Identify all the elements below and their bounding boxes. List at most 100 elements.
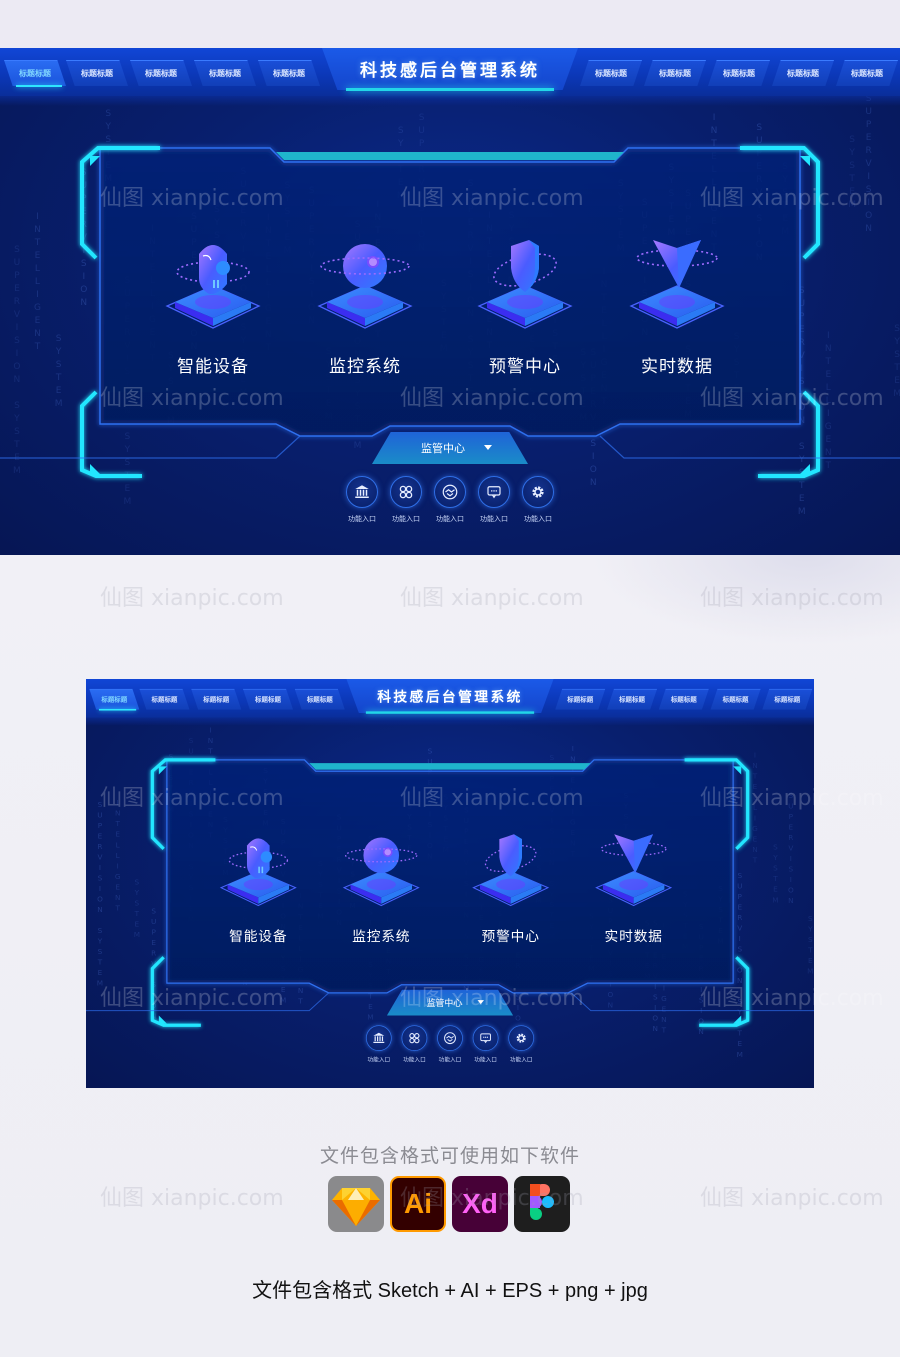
entry-label: 功能入口 [367,1057,391,1064]
matrix-text: SYSTEM [166,753,175,817]
matrix-text: SYSTEM [780,162,791,241]
handshake-icon [442,484,458,500]
function-entry-2[interactable]: 功能入口 [384,476,428,530]
function-entry-3[interactable]: 功能入口 [428,476,472,530]
camera-sphere-icon [342,837,420,907]
dashboard-preview-small: SUPERVISION SYSTEM INTELLIGENT SYSTEM SUPER… [86,679,814,1088]
nav-tab-left-3[interactable]: 标题标题 [130,60,192,86]
watermark: 仙图 xianpic.com [100,586,284,611]
nav-tab-right-1[interactable]: 标题标题 [555,688,606,710]
function-entry-4[interactable]: 功能入口 [472,476,516,530]
nav-tab-left-2[interactable]: 标题标题 [139,688,190,710]
matrix-text: SYSTEM [316,860,325,924]
nav-tab-left-5[interactable]: 标题标题 [294,688,345,710]
module-label: 实时数据 [641,357,713,376]
nav-tab-left-4[interactable]: 标题标题 [194,60,256,86]
function-entry-1[interactable]: 功能入口 [340,476,384,530]
matrix-text: SYSTEM [716,885,725,949]
function-entry-1[interactable]: 功能入口 [361,1025,397,1069]
page-title: 科技感后台管理系统 [377,689,523,705]
function-entry-2[interactable]: 功能入口 [397,1025,433,1069]
matrix-text: SYSTEM [103,109,114,188]
matrix-text: SUPERVISION [786,791,795,908]
matrix-text: SUPERVISION [149,907,158,1024]
module-label: 预警中心 [481,928,540,945]
nav-tab-right-4[interactable]: 标题标题 [772,60,834,86]
module-2[interactable]: 监控系统 [310,236,420,386]
caret-down-icon [484,445,492,450]
figma-icon [514,1176,570,1232]
file-formats-text: 文件包含格式 Sketch + AI + EPS + png + jpg [252,1280,648,1302]
module-1[interactable]: 智能设备 [214,831,303,952]
nav-tab-left-3[interactable]: 标题标题 [191,688,242,710]
nav-tab-right-4[interactable]: 标题标题 [710,688,761,710]
data-cone-icon [595,834,673,907]
handshake-icon [444,1032,456,1045]
gear-icon [516,1033,526,1043]
matrix-text: INTELLIGENT [750,751,760,868]
data-cone-icon [629,240,725,329]
matrix-text: INTELLIGENT [113,799,122,916]
function-entry-3[interactable]: 功能入口 [432,1025,468,1069]
matrix-text: SUPERVISION [78,167,89,311]
nav-tab-left-5[interactable]: 标题标题 [258,60,320,86]
matrix-text: SYSTEM [438,278,449,357]
software-heading: 文件包含格式可使用如下软件 [319,1146,580,1167]
matrix-text: SUPERVISION [697,923,706,1039]
message-icon [480,1033,491,1044]
page-title: 科技感后台管理系统 [360,61,540,80]
matrix-text: SUPERVISION SYSTEM [11,245,22,480]
robot-head-icon [219,838,297,907]
nav-tab-right-2[interactable]: 标题标题 [644,60,706,86]
function-entry-5[interactable]: 功能入口 [503,1025,539,1069]
module-4[interactable]: 实时数据 [622,236,732,386]
module-label: 智能设备 [177,357,249,376]
nav-tab-right-2[interactable]: 标题标题 [606,688,658,710]
matrix-text: INTELLIGENT [568,745,577,862]
nav-tab-right-5[interactable]: 标题标题 [762,688,813,710]
nav-tab-left-1[interactable]: 标题标题 [89,688,140,711]
dropdown-label: 监管中心 [426,998,463,1009]
nav-tab-left-4[interactable]: 标题标题 [242,688,294,710]
module-3[interactable]: 预警中心 [466,831,555,952]
matrix-text: SUPERVISION SYSTEM [735,872,744,1062]
module-4[interactable]: 实时数据 [589,831,678,952]
nav-tab-left-2[interactable]: 标题标题 [66,60,128,86]
bank-icon [373,1032,385,1044]
watermark: 仙图 xianpic.com [700,1186,884,1211]
matrix-text: SUPERVISION SYSTEM [122,276,133,511]
module-2[interactable]: 监控系统 [337,831,426,952]
entry-label: 功能入口 [509,1057,533,1064]
matrix-text: SYSTEM [441,793,450,857]
matrix-text: SUPERVISION SYSTEM [95,801,104,991]
nav-tab-right-3[interactable]: 标题标题 [708,60,770,86]
entry-label: 功能入口 [474,1057,497,1064]
module-3[interactable]: 预警中心 [470,236,580,386]
matrix-text: INTELLIGENT [206,726,215,843]
matrix-text: SUPERVISION SYSTEM [796,285,807,520]
entry-label: 功能入口 [480,516,508,523]
matrix-text: INTELLIGENT [598,267,609,411]
xd-icon: Xd [452,1176,508,1232]
nav-tab-right-3[interactable]: 标题标题 [658,688,709,710]
software-icons: Ai Xd [328,1176,572,1232]
watermark: 仙图 xianpic.com [400,586,584,611]
supervision-center-dropdown[interactable]: 监管中心 [372,432,528,464]
matrix-text: INTELLIGENT [823,331,834,475]
nav-tab-right-5[interactable]: 标题标题 [836,60,898,86]
matrix-text: SYSTEM [261,767,270,831]
dropdown-label: 监管中心 [421,443,465,455]
background-decoration [590,555,900,645]
supervision-center-dropdown[interactable]: 监管中心 [386,989,514,1016]
matrix-text: SYSTEM [666,162,677,241]
watermark: 仙图 xianpic.com [100,1186,284,1211]
function-entry-4[interactable]: 功能入口 [468,1025,504,1069]
module-1[interactable]: 智能设备 [158,236,268,386]
matrix-text: SYSTEM [771,844,780,908]
nav-tab-left-1[interactable]: 标题标题 [4,60,66,87]
function-entry-5[interactable]: 功能入口 [516,476,560,530]
entry-label: 功能入口 [438,1057,462,1064]
title-underline [365,711,535,714]
nav-tab-right-1[interactable]: 标题标题 [580,60,642,86]
matrix-text: SYSTEM [395,126,406,205]
